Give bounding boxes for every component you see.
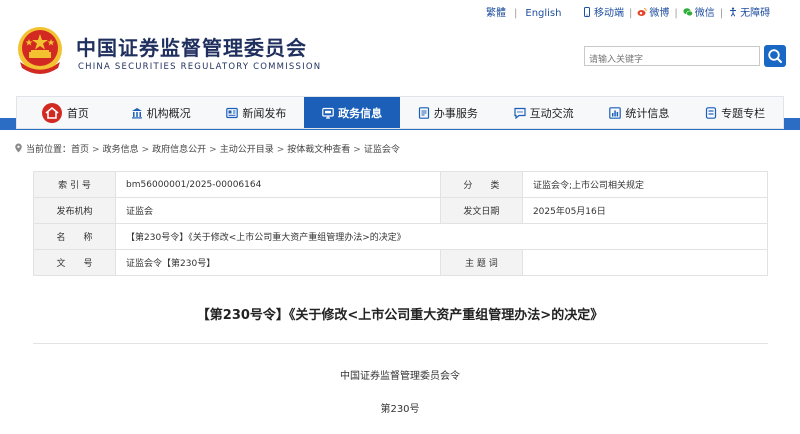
breadcrumb-item-by-genre[interactable]: 按体裁文种查看 bbox=[287, 145, 350, 155]
nav-label: 专题专栏 bbox=[721, 106, 766, 120]
table-row: 名 称 【第230号令】《关于修改<上市公司重大资产重组管理办法>的决定》 bbox=[32, 223, 768, 250]
institution-icon bbox=[131, 107, 142, 118]
document-metadata-table: 索 引 号 bm56000001/2025-00006164 分 类 证监会令;… bbox=[32, 171, 769, 276]
article-divider bbox=[33, 343, 768, 344]
social-links: 移动端 | 微博 | 微信 | 无障碍 bbox=[582, 4, 770, 19]
nav-item-interaction[interactable]: 互动交流 bbox=[496, 97, 592, 128]
weibo-label: 微博 bbox=[649, 8, 670, 19]
national-emblem-logo[interactable] bbox=[14, 24, 66, 80]
statistics-icon bbox=[609, 106, 622, 119]
breadcrumb-item-catalog[interactable]: 主动公开目录 bbox=[220, 145, 274, 155]
document-name-label: 名 称 bbox=[32, 223, 117, 250]
breadcrumb: 当前位置：首页 > 政务信息 > 政府信息公开 > 主动公开目录 > 按体裁文种查看 > 证监会令 bbox=[14, 142, 400, 155]
wechat-label: 微信 bbox=[694, 8, 715, 19]
news-icon bbox=[226, 107, 239, 118]
nav-item-news[interactable]: 新闻发布 bbox=[209, 97, 305, 128]
nav-label: 新闻发布 bbox=[242, 106, 287, 120]
category-label: 分 类 bbox=[439, 171, 523, 198]
index-number-label: 索 引 号 bbox=[32, 171, 117, 198]
issue-date-value: 2025年05月16日 bbox=[521, 197, 769, 224]
breadcrumb-item-home[interactable]: 首页 bbox=[71, 145, 89, 155]
mobile-icon bbox=[584, 7, 590, 17]
divider: | bbox=[719, 8, 724, 19]
wechat-icon bbox=[683, 8, 693, 17]
search-button[interactable] bbox=[764, 45, 786, 67]
lang-english-link[interactable]: English bbox=[525, 8, 561, 19]
nav-item-gov-info[interactable]: 政务信息 bbox=[304, 97, 400, 128]
category-value: 证监会令;上市公司相关规定 bbox=[521, 171, 769, 198]
article-issuer-line: 中国证券监督管理委员会令 bbox=[340, 371, 460, 382]
nav-item-topic[interactable]: 专题专栏 bbox=[687, 97, 783, 128]
divider: | bbox=[674, 8, 678, 19]
accessibility-link[interactable]: 无障碍 bbox=[728, 4, 770, 19]
document-number-label: 文 号 bbox=[32, 249, 117, 276]
site-title-english: CHINA SECURITIES REGULATORY COMMISSION bbox=[78, 62, 322, 72]
accessibility-icon bbox=[730, 7, 737, 17]
home-icon bbox=[41, 102, 62, 123]
site-title[interactable]: 中国证券监督管理委员会 bbox=[76, 32, 307, 61]
weibo-icon bbox=[637, 8, 648, 16]
mobile-label: 移动端 bbox=[594, 8, 624, 19]
gov-info-icon bbox=[322, 107, 334, 119]
nav-item-home[interactable]: 首页 bbox=[17, 97, 113, 128]
breadcrumb-separator: > bbox=[209, 145, 217, 155]
language-switcher: 繁體 | English bbox=[486, 4, 561, 19]
breadcrumb-item-info-disclosure[interactable]: 政府信息公开 bbox=[152, 145, 206, 155]
nav-label: 首页 bbox=[66, 106, 89, 120]
top-utility-bar: 繁體 | English 移动端 | 微博 | 微信 | 无障碍 bbox=[0, 0, 800, 22]
breadcrumb-item-gov-info[interactable]: 政务信息 bbox=[103, 145, 139, 155]
keywords-label: 主 题 词 bbox=[439, 249, 523, 276]
search-field-wrapper bbox=[584, 46, 761, 69]
issue-date-label: 发文日期 bbox=[439, 197, 523, 224]
main-navigation: 首页 机构概况 新闻发布 政务信息 办事服务 互动交流 统计信息 专题专栏 bbox=[16, 96, 784, 129]
nav-label: 政务信息 bbox=[338, 106, 383, 120]
issuing-agency-value: 证监会 bbox=[115, 197, 441, 224]
breadcrumb-separator: > bbox=[141, 145, 150, 155]
mobile-link[interactable]: 移动端 bbox=[582, 4, 624, 19]
nav-label: 机构概况 bbox=[146, 106, 191, 120]
table-row: 发布机构 证监会 发文日期 2025年05月16日 bbox=[32, 197, 769, 224]
nav-item-statistics[interactable]: 统计信息 bbox=[592, 97, 688, 128]
table-row: 索 引 号 bm56000001/2025-00006164 分 类 证监会令;… bbox=[32, 171, 769, 198]
weibo-link[interactable]: 微博 bbox=[637, 4, 669, 19]
nav-item-institution[interactable]: 机构概况 bbox=[113, 97, 209, 128]
wechat-link[interactable]: 微信 bbox=[683, 4, 715, 19]
site-header: 中国证券监督管理委员会 CHINA SECURITIES REGULATORY … bbox=[0, 22, 800, 96]
search-icon bbox=[768, 49, 782, 63]
interaction-icon bbox=[514, 107, 526, 119]
accessibility-label: 无障碍 bbox=[740, 8, 771, 19]
document-name-value: 【第230号令】《关于修改<上市公司重大资产重组管理办法>的决定》 bbox=[115, 223, 768, 250]
divider: | bbox=[629, 8, 633, 19]
breadcrumb-separator: > bbox=[276, 145, 285, 155]
article-order-number: 第230号 bbox=[380, 404, 420, 415]
nav-label: 办事服务 bbox=[433, 106, 478, 120]
nav-label: 统计信息 bbox=[625, 106, 670, 120]
keywords-value bbox=[521, 249, 769, 276]
nav-label: 互动交流 bbox=[529, 106, 574, 120]
issuing-agency-label: 发布机构 bbox=[32, 197, 117, 224]
breadcrumb-separator: > bbox=[92, 145, 100, 155]
location-pin-icon bbox=[15, 143, 22, 153]
nav-item-service[interactable]: 办事服务 bbox=[400, 97, 496, 128]
breadcrumb-separator: > bbox=[353, 145, 361, 155]
service-icon bbox=[418, 106, 429, 119]
table-row: 文 号 证监会令【第230号】 主 题 词 bbox=[32, 249, 769, 276]
index-number-value: bm56000001/2025-00006164 bbox=[115, 171, 441, 198]
search-input[interactable] bbox=[585, 51, 761, 69]
article-title: 【第230号令】《关于修改<上市公司重大资产重组管理办法>的决定》 bbox=[196, 308, 604, 323]
divider: | bbox=[514, 8, 518, 19]
topic-icon bbox=[706, 106, 717, 119]
document-number-value: 证监会令【第230号】 bbox=[115, 249, 441, 276]
breadcrumb-prefix: 当前位置： bbox=[26, 145, 72, 155]
breadcrumb-item-csrc-order[interactable]: 证监会令 bbox=[364, 145, 400, 155]
lang-traditional-link[interactable]: 繁體 bbox=[486, 8, 506, 19]
